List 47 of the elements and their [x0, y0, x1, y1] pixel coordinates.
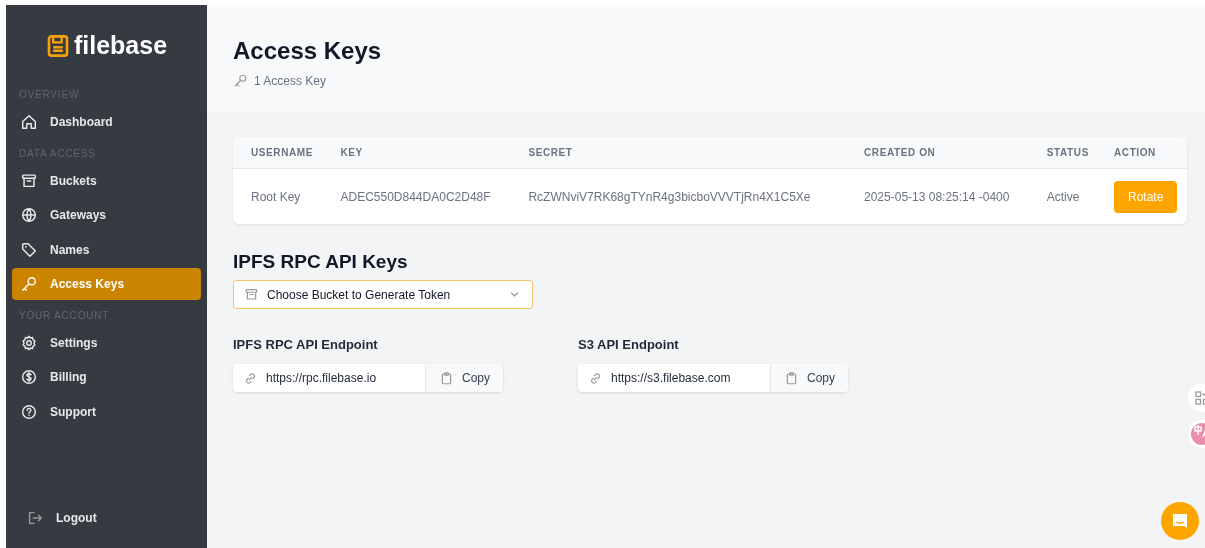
- settings-icon: [20, 333, 38, 352]
- column-header: KEY: [322, 137, 511, 169]
- nav-item[interactable]: Support: [12, 395, 201, 428]
- copy-button[interactable]: Copy: [425, 364, 503, 392]
- dollar-circle-icon: [20, 368, 38, 386]
- endpoint-field[interactable]: https://s3.filebase.com: [578, 364, 770, 392]
- table-cell: Root Key: [233, 168, 323, 224]
- column-header: CREATED ON: [846, 137, 1029, 169]
- chat-icon[interactable]: [1161, 502, 1199, 540]
- endpoint-field[interactable]: https://rpc.filebase.io: [233, 364, 425, 392]
- archive-box-icon: [244, 287, 259, 302]
- table-cell: RcZWNviV7RK68gTYnR4g3bicboVVVTjRn4X1C5Xe: [510, 168, 846, 224]
- endpoint-label: IPFS RPC API Endpoint: [233, 337, 379, 352]
- bucket-dropdown[interactable]: Choose Bucket to Generate Token: [233, 280, 533, 309]
- help-icon: [20, 402, 38, 421]
- column-header: USERNAME: [233, 137, 323, 169]
- logo-icon: [45, 33, 70, 58]
- page-title: Access Keys: [233, 37, 383, 65]
- archive-box-icon: [20, 171, 38, 190]
- tag-icon: [20, 240, 38, 259]
- section-title: IPFS RPC API Keys: [233, 251, 409, 273]
- copy-button[interactable]: Copy: [770, 364, 849, 392]
- key-icon: [20, 275, 38, 293]
- globe-icon: [20, 206, 38, 224]
- nav-item[interactable]: Billing: [12, 361, 201, 393]
- column-header: STATUS: [1028, 137, 1096, 169]
- nav-item[interactable]: Buckets: [12, 164, 201, 197]
- logout-link[interactable]: Logout: [18, 502, 195, 534]
- link-icon: [588, 370, 603, 386]
- column-header: ACTION: [1096, 137, 1187, 169]
- table-cell: Active: [1028, 168, 1096, 224]
- clipboard-icon: [439, 370, 454, 386]
- nav-item[interactable]: Settings: [12, 326, 201, 359]
- home-icon: [20, 113, 38, 131]
- link-icon: [243, 370, 258, 386]
- table-cell: 2025-05-13 08:25:14 -0400: [846, 168, 1029, 224]
- key-icon: [233, 73, 248, 88]
- nav-item[interactable]: Dashboard: [12, 106, 201, 138]
- table-cell: ADEC550D844DA0C2D48F: [322, 168, 511, 224]
- column-header: SECRET: [510, 137, 846, 169]
- logout-icon: [26, 509, 44, 527]
- clipboard-icon: [784, 370, 799, 386]
- key-count: 1 Access Key: [254, 73, 327, 88]
- logo-text: filebase: [73, 31, 168, 60]
- nav-item[interactable]: Names: [12, 233, 201, 266]
- nav-item[interactable]: Gateways: [12, 199, 201, 231]
- endpoint-label: S3 API Endpoint: [578, 337, 680, 352]
